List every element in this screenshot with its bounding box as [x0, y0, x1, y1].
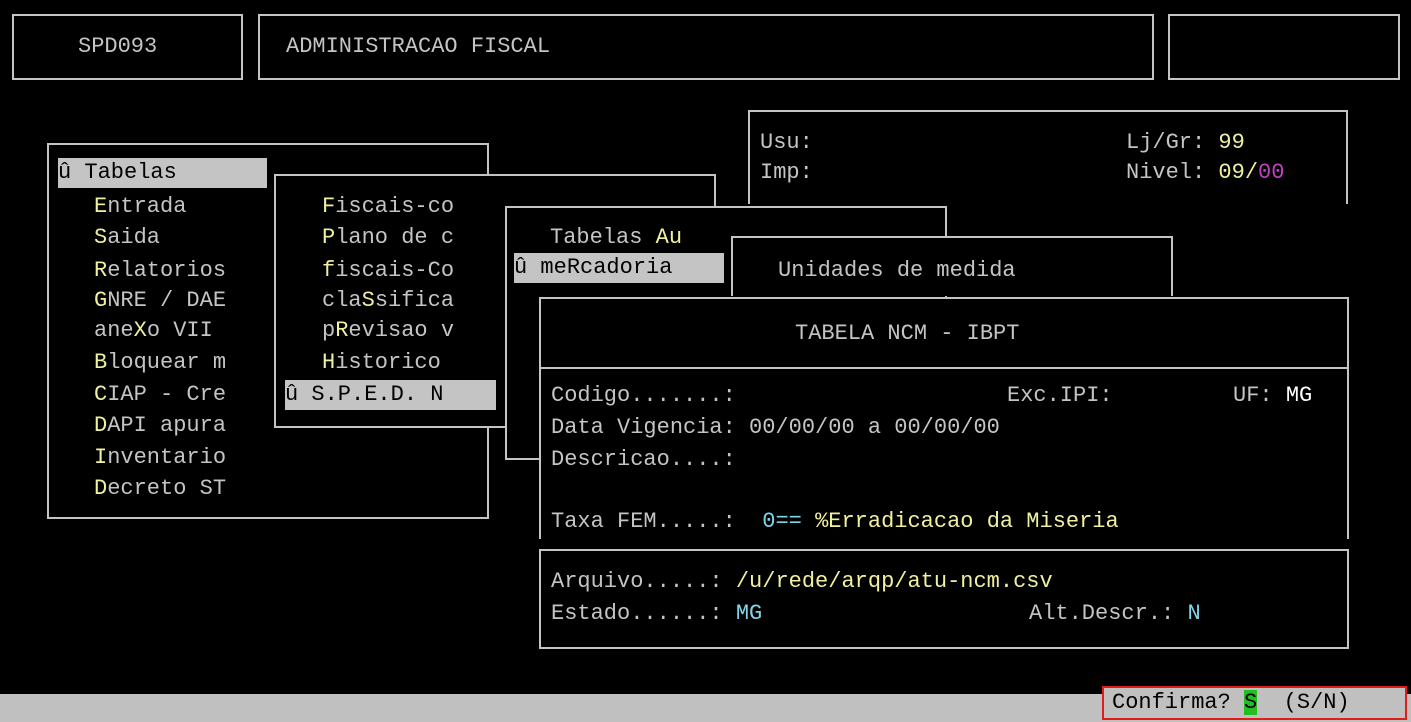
alt-descr-field[interactable]: Alt.Descr.: N	[1029, 599, 1201, 629]
uf-field[interactable]: UF: MG	[1233, 381, 1312, 411]
ncm-title: TABELA NCM - IBPT	[795, 321, 1020, 346]
submenu-item-historico[interactable]: Historico	[322, 348, 441, 378]
store-group-value: 99	[1218, 130, 1245, 155]
menu-item-relatorios[interactable]: Relatorios	[94, 256, 226, 286]
menu-item-entrada[interactable]: Entrada	[94, 192, 186, 222]
arquivo-form: Arquivo.....: /u/rede/arqp/atu-ncm.csv E…	[539, 549, 1349, 649]
menu-item-saida[interactable]: Saida	[94, 223, 160, 253]
page-title: ADMINISTRACAO FISCAL	[286, 34, 551, 59]
menu-item-bloquear[interactable]: Bloquear m	[94, 348, 226, 378]
submenu-item-fiscais-co[interactable]: Fiscais-co	[322, 192, 454, 222]
submenu-item-mercadoria[interactable]: û meRcadoria	[514, 253, 724, 283]
descricao-field[interactable]: Descricao....:	[551, 445, 736, 475]
menu-item-gnre[interactable]: GNRE / DAE	[94, 286, 226, 316]
right-header-box	[1168, 14, 1400, 80]
store-group-label: Lj/Gr: 99	[1126, 130, 1245, 155]
menu-item-tabelas[interactable]: û Tabelas	[58, 158, 267, 188]
confirm-prompt[interactable]: Confirma? S (S/N)	[1102, 686, 1407, 720]
submenu-item-sped[interactable]: û S.P.E.D. N	[285, 380, 496, 410]
level-label: Nivel: 09/00	[1126, 160, 1285, 185]
imp-label: Imp:	[760, 160, 813, 185]
submenu-item-unidades[interactable]: Unidades de medida	[778, 256, 1016, 286]
data-vigencia-field[interactable]: Data Vigencia: 00/00/00 a 00/00/00	[551, 413, 1000, 443]
program-code-box: SPD093	[12, 14, 243, 80]
level-sub-value: 00	[1258, 160, 1285, 185]
title-box: ADMINISTRACAO FISCAL	[258, 14, 1154, 80]
submenu-item-classifica[interactable]: claSsifica	[322, 286, 454, 316]
taxa-fem-field[interactable]: Taxa FEM.....: 0== %Erradicacao da Miser…	[551, 507, 1119, 537]
program-code: SPD093	[78, 34, 158, 59]
exc-ipi-field[interactable]: Exc.IPI:	[1007, 381, 1113, 411]
submenu-item-previsao[interactable]: pRevisao v	[322, 316, 454, 346]
menu-item-decreto[interactable]: Decreto ST	[94, 474, 226, 504]
submenu-mercadoria: Unidades de medida	[731, 236, 1173, 296]
confirm-answer[interactable]: S	[1244, 690, 1258, 715]
estado-field[interactable]: Estado......: MG	[551, 599, 762, 629]
menu-item-anexo[interactable]: aneXo VII	[94, 316, 213, 346]
submenu-item-fiscais-co2[interactable]: fiscais-Co	[322, 256, 454, 286]
menu-item-inventario[interactable]: Inventario	[94, 443, 226, 473]
ncm-form: TABELA NCM - IBPT Codigo.......: Exc.IPI…	[539, 297, 1349, 539]
codigo-field[interactable]: Codigo.......:	[551, 381, 736, 411]
arquivo-field[interactable]: Arquivo.....: /u/rede/arqp/atu-ncm.csv	[551, 567, 1053, 597]
usu-label: Usu:	[760, 130, 813, 155]
menu-item-ciap[interactable]: CIAP - Cre	[94, 380, 226, 410]
info-box: Usu: Imp: Lj/Gr: 99 Nivel: 09/00	[748, 110, 1348, 204]
submenu-item-tabelas-aux[interactable]: Tabelas Au	[550, 223, 682, 253]
submenu-item-plano[interactable]: Plano de c	[322, 223, 454, 253]
menu-item-dapi[interactable]: DAPI apura	[94, 411, 226, 441]
